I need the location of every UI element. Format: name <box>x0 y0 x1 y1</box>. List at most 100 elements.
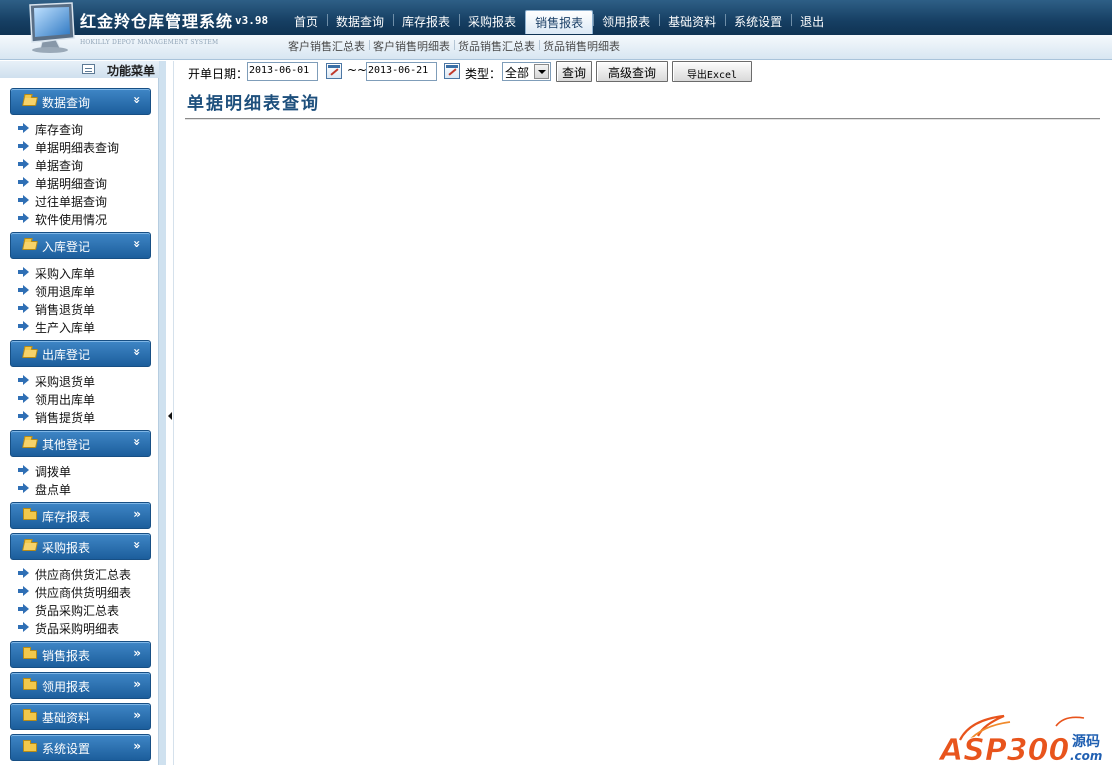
app-root: 红金羚仓库管理系统 v3.98 HOKILLY DEPOT MANAGEMENT… <box>0 0 1112 765</box>
menu-group-system-settings[interactable]: 系统设置 » <box>10 734 151 761</box>
advanced-search-button[interactable]: 高级查询 <box>596 61 668 82</box>
arrow-right-icon <box>18 586 29 596</box>
folder-open-icon <box>22 439 38 448</box>
subnav-goods-sales-detail[interactable]: 货品销售明细表 <box>539 38 624 54</box>
chevron-down-icon: » <box>130 438 145 446</box>
type-select-value: 全部 <box>505 66 530 80</box>
chevron-right-icon: » <box>133 708 141 722</box>
menu-group-label: 出库登记 <box>42 348 91 362</box>
arrow-right-icon <box>18 177 29 187</box>
arrow-right-icon <box>18 393 29 403</box>
calendar-icon[interactable] <box>444 63 460 79</box>
menu-item-label: 货品采购汇总表 <box>35 604 120 618</box>
nav-requisition-report[interactable]: 领用报表 <box>593 10 659 34</box>
menu-item-label: 盘点单 <box>35 483 72 497</box>
arrow-right-icon <box>18 483 29 493</box>
chevron-right-icon: » <box>133 677 141 691</box>
chevron-right-icon: » <box>133 646 141 660</box>
chevron-down-icon: » <box>130 541 145 549</box>
menu-item-label: 库存查询 <box>35 123 84 137</box>
nav-home[interactable]: 首页 <box>285 10 327 34</box>
watermark-brand: ASP300 <box>938 733 1069 765</box>
computer-monitor-logo-icon <box>29 2 75 53</box>
calendar-icon[interactable] <box>326 63 342 79</box>
menu-group-label: 采购报表 <box>42 541 91 555</box>
menu-group-label: 销售报表 <box>42 649 91 663</box>
menu-item-label: 领用退库单 <box>35 285 96 299</box>
folder-icon <box>23 709 37 721</box>
nav-base-data[interactable]: 基础资料 <box>659 10 725 34</box>
menu-item-label: 单据查询 <box>35 159 84 173</box>
arrow-right-icon <box>18 568 29 578</box>
arrow-right-icon <box>18 285 29 295</box>
arrow-right-icon <box>18 159 29 169</box>
date-from-input[interactable]: 2013-06-01 <box>247 62 318 81</box>
menu-item-label: 供应商供货明细表 <box>35 586 132 600</box>
folder-open-icon <box>22 97 38 106</box>
menu-item-label: 单据明细查询 <box>35 177 108 191</box>
folder-icon <box>23 740 37 752</box>
menu-group-inventory-report[interactable]: 库存报表 » <box>10 502 151 529</box>
menu-item-label: 供应商供货汇总表 <box>35 568 132 582</box>
subnav-customer-sales-detail[interactable]: 客户销售明细表 <box>369 38 454 54</box>
main-navigation: 首页 数据查询 库存报表 采购报表 销售报表 领用报表 基础资料 系统设置 退出 <box>285 10 833 34</box>
menu-group-stock-out[interactable]: 出库登记 » <box>10 340 151 367</box>
watermark-brand-top: 源码 <box>1072 733 1100 750</box>
arrow-right-icon <box>18 267 29 277</box>
menu-group-other[interactable]: 其他登记 » <box>10 430 151 457</box>
menu-item-label: 领用出库单 <box>35 393 96 407</box>
page-title: 单据明细表查询 <box>187 94 320 114</box>
asp300-watermark-logo: ASP300 源码 .com <box>938 714 1102 765</box>
menu-group-sales-report[interactable]: 销售报表 » <box>10 641 151 668</box>
subnav-customer-sales-summary[interactable]: 客户销售汇总表 <box>284 38 369 54</box>
menu-item-label: 调拨单 <box>35 465 72 479</box>
arrow-right-icon <box>18 622 29 632</box>
menu-group-stock-in[interactable]: 入库登记 » <box>10 232 151 259</box>
menu-item-label: 采购入库单 <box>35 267 96 281</box>
search-button[interactable]: 查询 <box>556 61 592 82</box>
menu-group-purchase-report[interactable]: 采购报表 » <box>10 533 151 560</box>
title-divider <box>185 118 1100 120</box>
nav-sales-report[interactable]: 销售报表 <box>525 10 594 34</box>
type-select[interactable]: 全部 <box>502 62 551 81</box>
menu-group-label: 基础资料 <box>42 711 91 725</box>
arrow-right-icon <box>18 213 29 223</box>
folder-open-icon <box>22 542 38 551</box>
menu-item-label: 销售提货单 <box>35 411 96 425</box>
export-excel-button[interactable]: 导出Excel <box>672 61 752 82</box>
arrow-right-icon <box>18 321 29 331</box>
watermark-brand-bottom: .com <box>1070 749 1102 763</box>
menu-group-requisition-report[interactable]: 领用报表 » <box>10 672 151 699</box>
app-title: 红金羚仓库管理系统 <box>80 12 234 31</box>
sidebar-header: 功能菜单 <box>0 61 159 78</box>
menu-group-label: 数据查询 <box>42 96 91 110</box>
menu-item-label: 单据明细表查询 <box>35 141 120 155</box>
menu-item-label: 货品采购明细表 <box>35 622 120 636</box>
content-divider <box>173 61 174 765</box>
menu-item-label: 过往单据查询 <box>35 195 108 209</box>
chevron-down-icon: » <box>130 348 145 356</box>
date-range-separator: ~~ <box>347 63 368 77</box>
arrow-right-icon <box>18 195 29 205</box>
subnav-goods-sales-summary[interactable]: 货品销售汇总表 <box>454 38 539 54</box>
date-to-input[interactable]: 2013-06-21 <box>366 62 437 81</box>
sub-navigation: 客户销售汇总表 客户销售明细表 货品销售汇总表 货品销售明细表 <box>284 38 624 54</box>
nav-system-settings[interactable]: 系统设置 <box>725 10 791 34</box>
nav-inventory-report[interactable]: 库存报表 <box>393 10 459 34</box>
nav-data-query[interactable]: 数据查询 <box>327 10 393 34</box>
menu-item-label: 生产入库单 <box>35 321 96 335</box>
app-version: v3.98 <box>235 14 269 27</box>
menu-group-base-data[interactable]: 基础资料 » <box>10 703 151 730</box>
folder-open-icon <box>22 241 38 250</box>
menu-group-label: 其他登记 <box>42 438 91 452</box>
arrow-right-icon <box>18 375 29 385</box>
arrow-right-icon <box>18 303 29 313</box>
chevron-down-icon: » <box>130 96 145 104</box>
nav-purchase-report[interactable]: 采购报表 <box>459 10 525 34</box>
nav-logout[interactable]: 退出 <box>791 10 833 34</box>
arrow-right-icon <box>18 465 29 475</box>
chevron-right-icon: » <box>133 507 141 521</box>
menu-group-data-query[interactable]: 数据查询 » <box>10 88 151 115</box>
dropdown-arrow-icon <box>534 64 549 79</box>
menu-item-label: 软件使用情况 <box>35 213 108 227</box>
